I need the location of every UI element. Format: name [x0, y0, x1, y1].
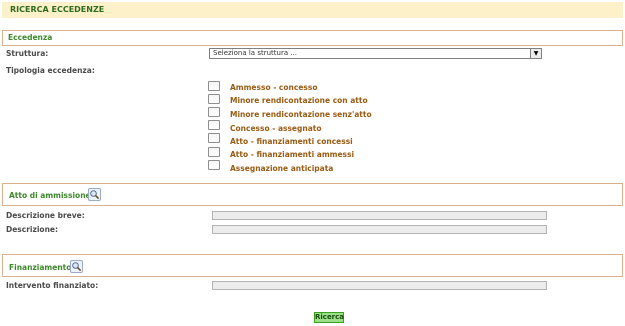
page-title: RICERCA ECCEDENZE [2, 2, 623, 18]
struttura-select[interactable]: Seleziona la struttura ... ▼ [209, 48, 542, 59]
checkbox-assegnazione-anticipata[interactable] [208, 160, 220, 170]
option-label: Atto - finanziamenti ammessi [230, 150, 355, 159]
eccedenza-section-title: Eccedenza [8, 33, 53, 42]
checkbox-atto-finanziamenti-ammessi[interactable] [208, 147, 220, 157]
finanziamento-section-title: Finanziamento [9, 263, 72, 272]
chevron-down-icon[interactable]: ▼ [530, 49, 541, 58]
checkbox-concesso-assegnato[interactable] [208, 120, 220, 130]
option-label: Atto - finanziamenti concessi [230, 137, 353, 146]
checkbox-minore-rendicontazione-con-atto[interactable] [208, 94, 220, 104]
atto-section-title: Atto di ammissione [9, 191, 91, 200]
option-label: Assegnazione anticipata [230, 164, 334, 173]
option-label: Minore rendicontazione con atto [230, 96, 368, 105]
checkbox-minore-rendicontazione-senza-atto[interactable] [208, 107, 220, 117]
descrizione-breve-label: Descrizione breve: [6, 211, 85, 220]
intervento-finanziato-label: Intervento finanziato: [6, 281, 99, 290]
descrizione-label: Descrizione: [6, 225, 59, 234]
magnifier-icon[interactable] [88, 188, 101, 201]
checkbox-atto-finanziamenti-concessi[interactable] [208, 133, 220, 143]
magnifier-icon[interactable] [70, 260, 83, 273]
atto-section-header: Atto di ammissione [2, 183, 623, 206]
search-button[interactable]: Ricerca [314, 312, 344, 323]
checkbox-ammesso-concesso[interactable] [208, 81, 220, 91]
eccedenza-section-header: Eccedenza [2, 30, 623, 46]
option-label: Ammesso - concesso [230, 83, 318, 92]
descrizione-input[interactable] [212, 225, 547, 234]
struttura-label: Struttura: [6, 49, 49, 58]
option-label: Minore rendicontazione senz'atto [230, 110, 372, 119]
tipologia-label: Tipologia eccedenza: [6, 66, 95, 75]
struttura-select-value: Seleziona la struttura ... [213, 49, 298, 57]
descrizione-breve-input[interactable] [212, 211, 547, 220]
intervento-finanziato-input[interactable] [212, 281, 547, 290]
option-label: Concesso - assegnato [230, 124, 322, 133]
finanziamento-section-header: Finanziamento [2, 254, 623, 277]
